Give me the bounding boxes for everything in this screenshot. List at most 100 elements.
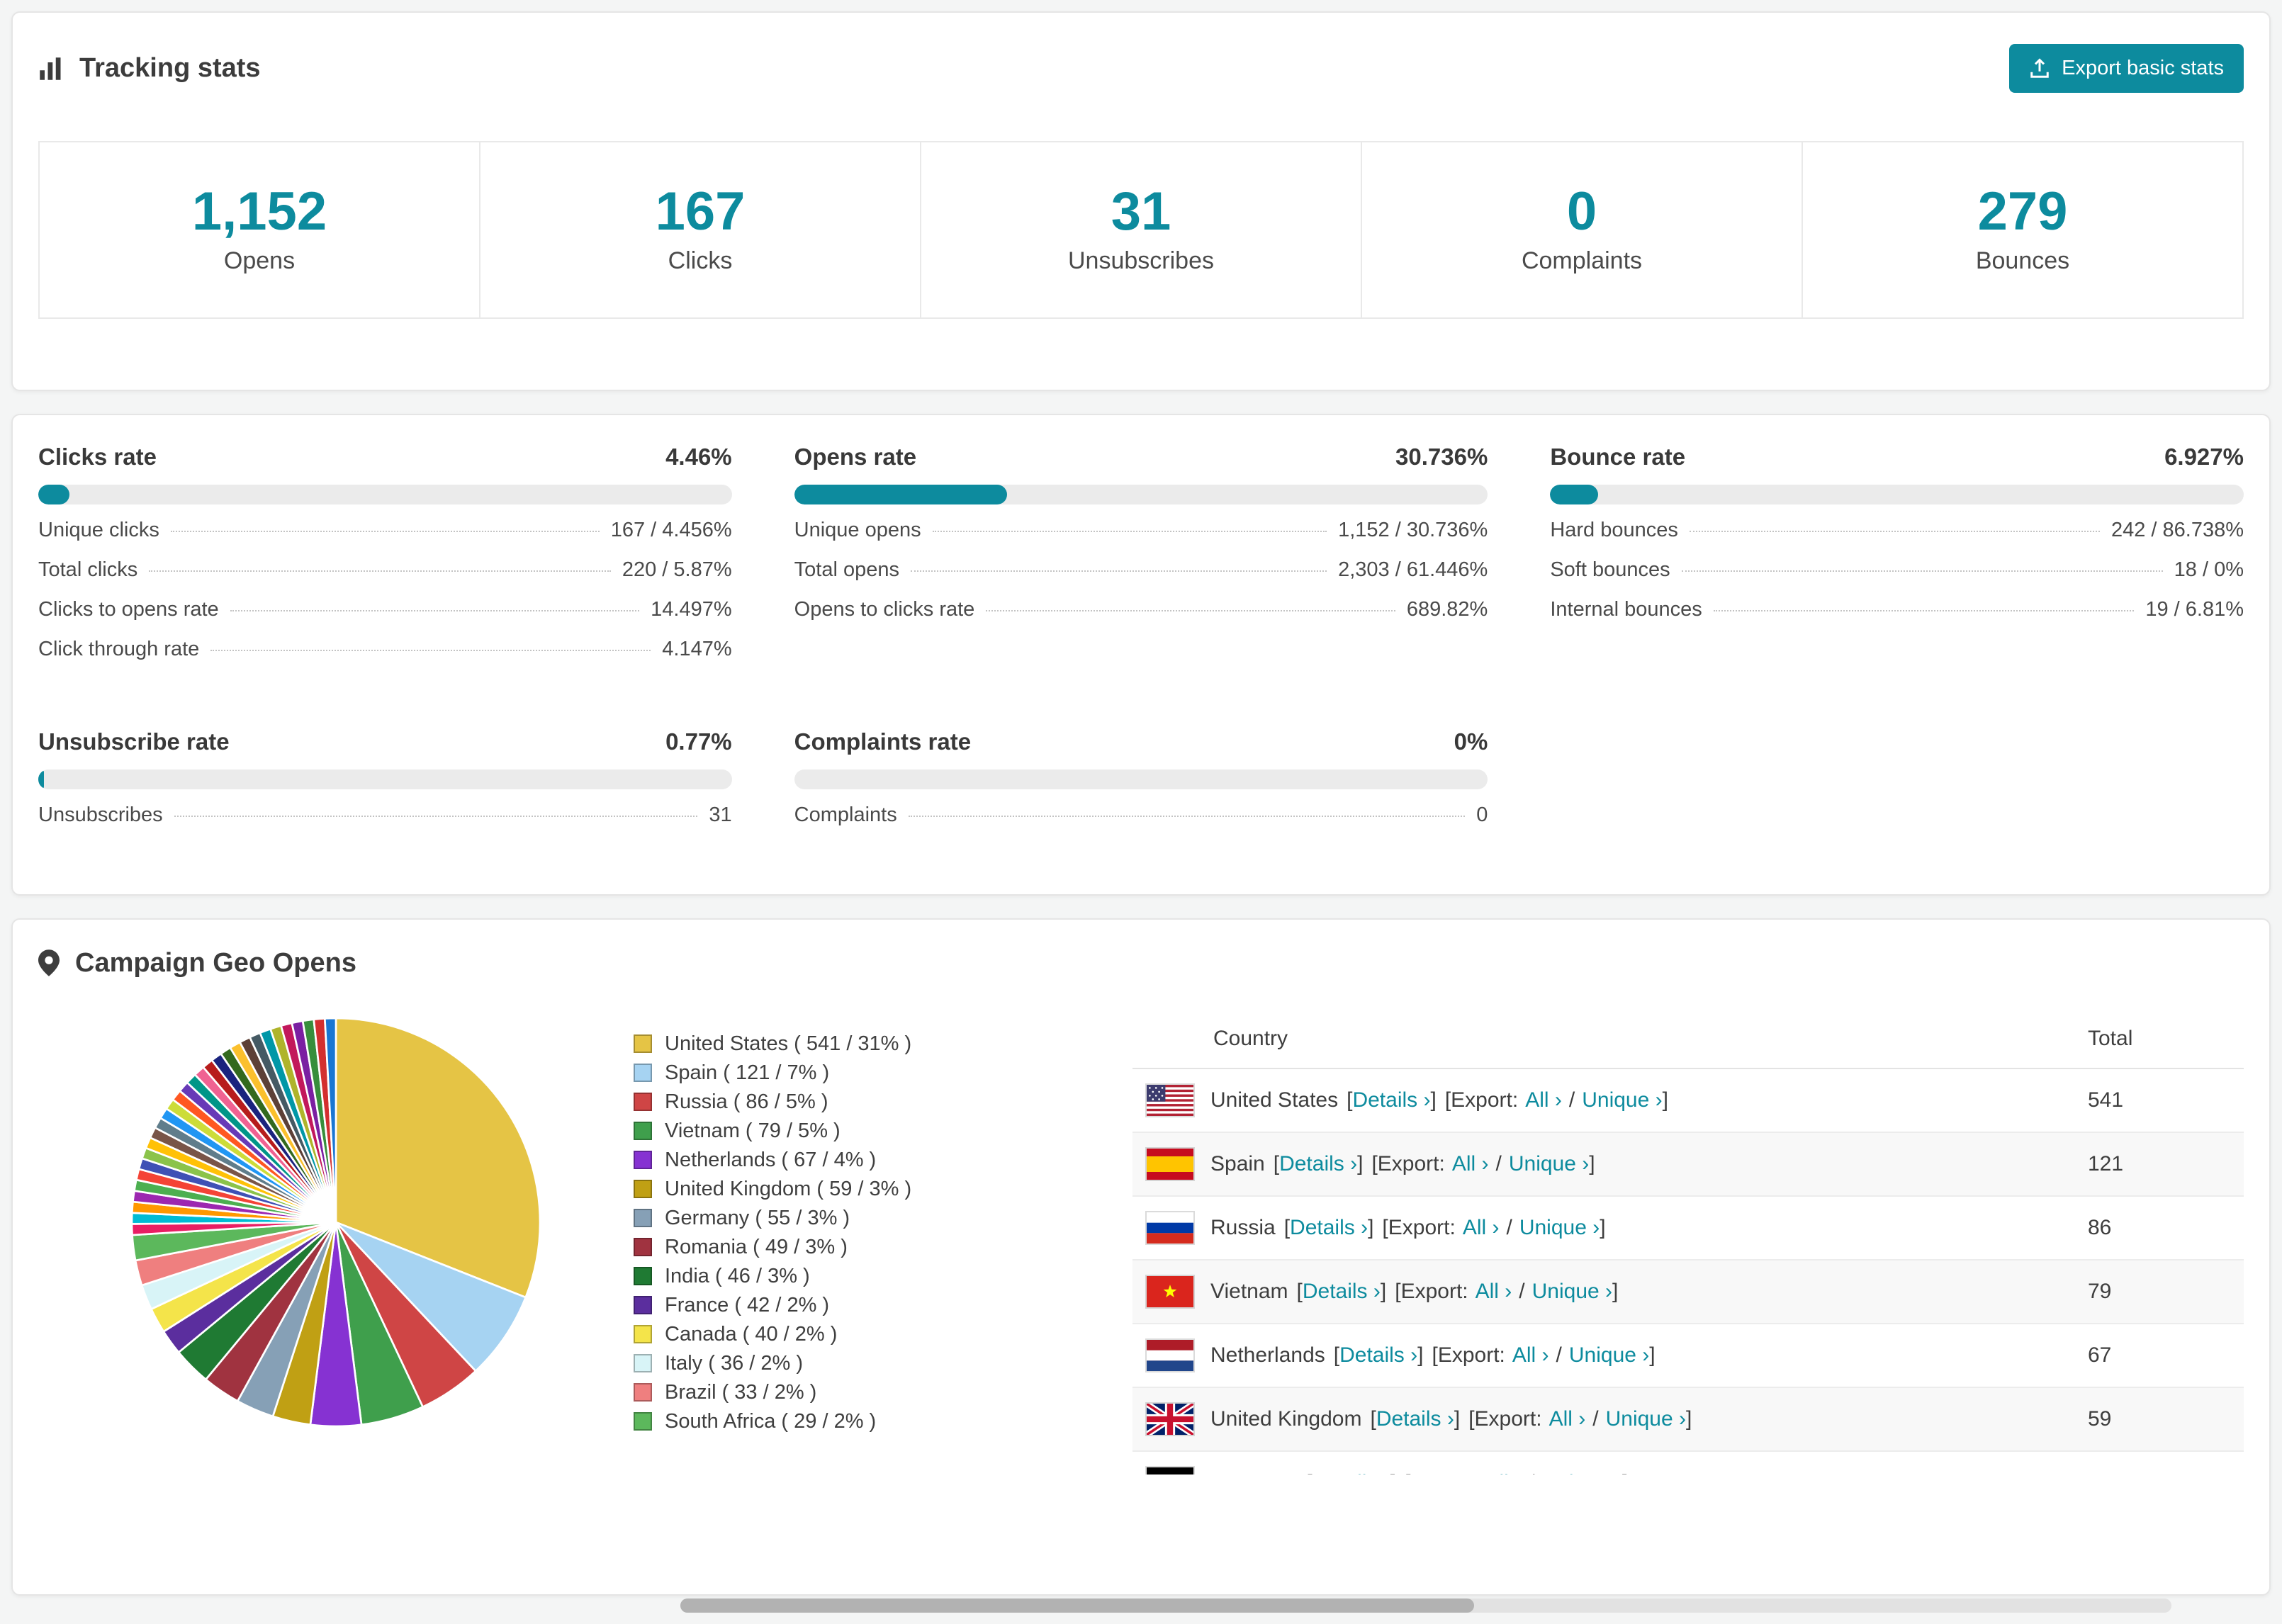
horizontal-scrollbar-track[interactable] xyxy=(680,1598,2171,1613)
dotted-leader xyxy=(1689,530,2100,532)
legend-item-united-states[interactable]: United States ( 541 / 31% ) xyxy=(634,1030,1101,1059)
country-name: Vietnam xyxy=(1210,1279,1288,1303)
rates-card: Clicks rate 4.46% Unique clicks 167 / 4.4… xyxy=(11,413,2271,896)
geo-table-scroll[interactable]: Country Total United States [Details ›] … xyxy=(1132,1009,2244,1474)
details-group: [Details ›] xyxy=(1334,1343,1424,1368)
export-unique-link[interactable]: Unique › xyxy=(1519,1216,1600,1239)
geo-table: Country Total United States [Details ›] … xyxy=(1132,1009,2244,1474)
geo-pie-chart[interactable] xyxy=(123,1010,549,1435)
table-row: United States [Details ›] [Export: All › /… xyxy=(1132,1068,2244,1133)
legend-item-germany[interactable]: Germany ( 55 / 3% ) xyxy=(634,1204,1101,1233)
metric-row: Soft bounces 18 / 0% xyxy=(1550,558,2244,598)
details-link[interactable]: Details › xyxy=(1352,1088,1430,1112)
bracket: ] xyxy=(1662,1088,1668,1112)
opens-rate-progress-bar xyxy=(794,484,1488,504)
metric-label: Hard bounces xyxy=(1550,518,1678,541)
progress-fill xyxy=(38,484,69,504)
metric-value: 167 / 4.456% xyxy=(610,518,732,541)
export-all-link[interactable]: All › xyxy=(1512,1343,1549,1367)
clicks-rate-progress-bar xyxy=(38,484,732,504)
export-unique-link[interactable]: Unique › xyxy=(1532,1280,1612,1303)
country-name: Russia xyxy=(1210,1215,1276,1239)
export-unique-link[interactable]: Unique › xyxy=(1542,1471,1622,1474)
details-link[interactable]: Details › xyxy=(1290,1216,1368,1239)
metric-label: Unique clicks xyxy=(38,518,159,541)
legend-item-spain[interactable]: Spain ( 121 / 7% ) xyxy=(634,1059,1101,1088)
stat-clicks: 167 Clicks xyxy=(479,141,921,319)
bounce-rate-progress-bar xyxy=(1550,484,2244,504)
legend-label: Brazil ( 33 / 2% ) xyxy=(665,1380,817,1404)
export-all-link[interactable]: All › xyxy=(1525,1088,1562,1112)
metric-row: Unsubscribes 31 xyxy=(38,803,732,843)
metric-value: 0 xyxy=(1476,803,1488,826)
stat-complaints: 0 Complaints xyxy=(1361,141,1803,319)
legend-item-netherlands[interactable]: Netherlands ( 67 / 4% ) xyxy=(634,1146,1101,1175)
legend-item-india[interactable]: India ( 46 / 3% ) xyxy=(634,1262,1101,1291)
legend-item-france[interactable]: France ( 42 / 2% ) xyxy=(634,1291,1101,1320)
legend-swatch xyxy=(634,1064,652,1083)
unsubscribe-rate-section: Unsubscribe rate 0.77% Unsubscribes 31 xyxy=(38,728,732,843)
horizontal-scrollbar-thumb[interactable] xyxy=(680,1598,1474,1613)
legend-item-brazil[interactable]: Brazil ( 33 / 2% ) xyxy=(634,1378,1101,1407)
metric-value: 19 / 6.81% xyxy=(2145,597,2244,621)
export-label: Export: xyxy=(1410,1471,1478,1474)
legend-swatch xyxy=(634,1383,652,1402)
bracket: [ xyxy=(1468,1406,1475,1431)
legend-item-canada[interactable]: Canada ( 40 / 2% ) xyxy=(634,1320,1101,1349)
legend-label: United Kingdom ( 59 / 3% ) xyxy=(665,1177,912,1200)
metric-row: Complaints 0 xyxy=(794,803,1488,843)
flag-germany-icon xyxy=(1147,1467,1193,1474)
legend-item-italy[interactable]: Italy ( 36 / 2% ) xyxy=(634,1349,1101,1378)
complaints-rate-section: Complaints rate 0% Complaints 0 xyxy=(794,728,1488,843)
export-basic-stats-button[interactable]: Export basic stats xyxy=(2009,44,2244,93)
metric-value: 220 / 5.87% xyxy=(622,558,732,581)
details-link[interactable]: Details › xyxy=(1339,1343,1417,1367)
legend-item-russia[interactable]: Russia ( 86 / 5% ) xyxy=(634,1088,1101,1117)
stats-strip: 1,152 Opens 167 Clicks 31 Unsubscribes 0… xyxy=(38,141,2244,319)
export-unique-link[interactable]: Unique › xyxy=(1582,1088,1662,1112)
export-label: Export: xyxy=(1377,1151,1445,1175)
legend-label: Canada ( 40 / 2% ) xyxy=(665,1322,838,1346)
details-link[interactable]: Details › xyxy=(1313,1471,1390,1474)
legend-item-vietnam[interactable]: Vietnam ( 79 / 5% ) xyxy=(634,1117,1101,1146)
export-group: [Export: All › / Unique ›] xyxy=(1371,1152,1595,1176)
export-unique-link[interactable]: Unique › xyxy=(1509,1152,1589,1175)
metric-value: 18 / 0% xyxy=(2174,558,2244,581)
bracket: [ xyxy=(1273,1151,1280,1175)
metric-row: Click through rate 4.147% xyxy=(38,638,732,677)
export-all-link[interactable]: All › xyxy=(1485,1471,1522,1474)
details-link[interactable]: Details › xyxy=(1279,1152,1357,1175)
rate-title: Bounce rate xyxy=(1550,443,1686,470)
export-all-link[interactable]: All › xyxy=(1463,1216,1500,1239)
bracket: ] xyxy=(1368,1215,1374,1239)
table-row: Russia [Details ›] [Export: All › / Unique … xyxy=(1132,1195,2244,1261)
progress-fill xyxy=(38,769,44,789)
legend-item-united-kingdom[interactable]: United Kingdom ( 59 / 3% ) xyxy=(634,1175,1101,1204)
total-value: 541 xyxy=(2074,1068,2244,1133)
table-row: Netherlands [Details ›] [Export: All › / Un… xyxy=(1132,1323,2244,1388)
bracket: [ xyxy=(1296,1279,1303,1303)
total-value: 59 xyxy=(2074,1387,2244,1452)
export-all-link[interactable]: All › xyxy=(1549,1407,1586,1431)
export-all-link[interactable]: All › xyxy=(1452,1152,1489,1175)
slash: / xyxy=(1556,1343,1562,1367)
metric-row: Internal bounces 19 / 6.81% xyxy=(1550,598,2244,638)
country-column-header: Country xyxy=(1132,1009,2074,1069)
dotted-leader xyxy=(210,649,651,651)
details-link[interactable]: Details › xyxy=(1376,1407,1454,1431)
legend-item-romania[interactable]: Romania ( 49 / 3% ) xyxy=(634,1233,1101,1262)
bracket: [ xyxy=(1444,1088,1451,1112)
legend-swatch xyxy=(634,1296,652,1315)
legend-label: Russia ( 86 / 5% ) xyxy=(665,1090,828,1113)
metric-value: 14.497% xyxy=(651,597,732,621)
export-unique-link[interactable]: Unique › xyxy=(1606,1407,1686,1431)
dotted-leader xyxy=(1713,609,2135,611)
export-all-link[interactable]: All › xyxy=(1476,1280,1512,1303)
progress-fill xyxy=(794,484,1008,504)
stat-value: 31 xyxy=(1111,181,1171,242)
details-link[interactable]: Details › xyxy=(1303,1280,1381,1303)
export-unique-link[interactable]: Unique › xyxy=(1569,1343,1649,1367)
legend-item-south-africa[interactable]: South Africa ( 29 / 2% ) xyxy=(634,1407,1101,1436)
dotted-leader xyxy=(1681,570,2163,572)
metric-label: Total clicks xyxy=(38,558,138,581)
